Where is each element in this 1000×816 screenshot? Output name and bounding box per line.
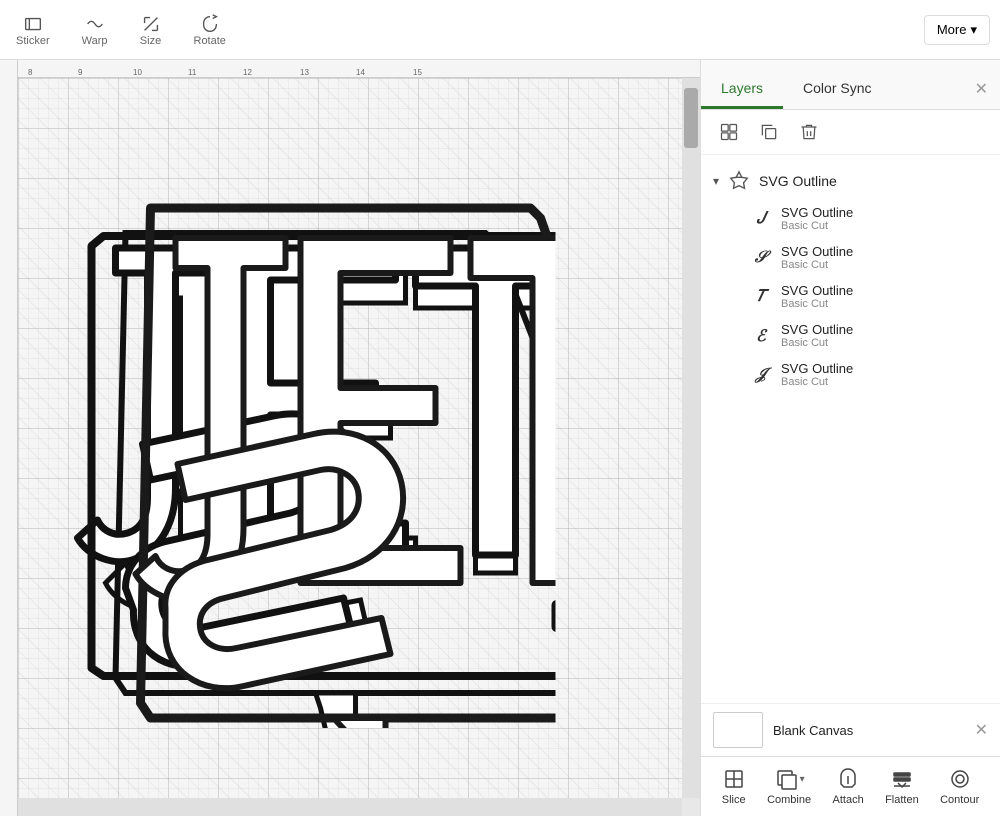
canvas-area[interactable]: 8 9 10 11 12 13 14 15	[0, 60, 700, 816]
panel-tabs: Layers Color Sync ✕	[701, 60, 1000, 110]
right-panel: Layers Color Sync ✕	[700, 60, 1000, 816]
ruler-tick: 12	[243, 68, 252, 77]
main-area: 8 9 10 11 12 13 14 15	[0, 60, 1000, 816]
jets-artwork	[25, 148, 555, 728]
slice-button[interactable]: Slice	[712, 761, 756, 812]
layer-group-svg-outline: ▾ SVG Outline 𝐽 SVG Outline Basic Cut	[701, 163, 1000, 394]
tab-layers[interactable]: Layers	[701, 70, 783, 109]
layer-item-name: SVG Outline	[781, 205, 988, 220]
combine-label: Combine	[767, 794, 811, 806]
size-button[interactable]: Size	[134, 9, 168, 51]
more-chevron-icon: ▾	[970, 22, 977, 38]
ruler-tick: 8	[28, 68, 32, 77]
layer-grid-view-button[interactable]	[713, 118, 745, 146]
layer-item-info: SVG Outline Basic Cut	[781, 205, 988, 232]
blank-canvas-thumbnail	[713, 712, 763, 748]
attach-label: Attach	[833, 794, 864, 806]
layer-item-name: SVG Outline	[781, 322, 988, 337]
sticker-label: Sticker	[16, 35, 50, 47]
layer-item-icon-j: 𝐽	[749, 207, 773, 231]
layer-item-name: SVG Outline	[781, 244, 988, 259]
layer-item-info: SVG Outline Basic Cut	[781, 361, 988, 388]
ruler-tick: 9	[78, 68, 82, 77]
layer-item-name: SVG Outline	[781, 283, 988, 298]
ruler-horizontal: 8 9 10 11 12 13 14 15	[18, 60, 700, 78]
layer-copy-button[interactable]	[753, 118, 785, 146]
layer-item[interactable]: 𝑇 SVG Outline Basic Cut	[701, 277, 1000, 316]
layer-item-icon-s: 𝒮	[749, 246, 773, 270]
layer-group-chevron-icon: ▾	[713, 174, 719, 188]
layer-item-type: Basic Cut	[781, 376, 988, 388]
layer-item[interactable]: 𝐽 SVG Outline Basic Cut	[701, 199, 1000, 238]
grid-canvas	[18, 78, 682, 798]
panel-bottom-toolbar: Slice ▾ Combine Attach	[701, 756, 1000, 816]
ruler-tick: 11	[188, 68, 196, 77]
scroll-thumb-vertical[interactable]	[684, 88, 698, 148]
sticker-button[interactable]: Sticker	[10, 9, 56, 51]
layer-item-icon-e: ℰ	[749, 324, 773, 348]
layer-item-name: SVG Outline	[781, 361, 988, 376]
panel-close-button[interactable]: ✕	[963, 69, 1000, 109]
blank-canvas-close-button[interactable]: ✕	[975, 720, 988, 740]
more-label: More	[937, 22, 967, 37]
layer-item-type: Basic Cut	[781, 259, 988, 271]
size-label: Size	[140, 35, 161, 47]
contour-label: Contour	[940, 794, 979, 806]
ruler-tick: 13	[300, 68, 309, 77]
flatten-label: Flatten	[885, 794, 919, 806]
sticker-group: Sticker	[10, 9, 56, 51]
layer-delete-button[interactable]	[793, 118, 825, 146]
top-toolbar: Sticker Warp Size Rotate More ▾	[0, 0, 1000, 60]
horizontal-scrollbar[interactable]	[18, 798, 682, 816]
layer-item[interactable]: 𝒥 SVG Outline Basic Cut	[701, 355, 1000, 394]
tab-color-sync[interactable]: Color Sync	[783, 70, 891, 109]
layer-group-header[interactable]: ▾ SVG Outline	[701, 163, 1000, 199]
layer-item-info: SVG Outline Basic Cut	[781, 322, 988, 349]
size-group: Size	[134, 9, 168, 51]
layer-group-icon	[727, 169, 751, 193]
flatten-button[interactable]: Flatten	[875, 761, 929, 812]
combine-button[interactable]: ▾ Combine	[757, 761, 821, 812]
layer-toolbar	[701, 110, 1000, 155]
blank-canvas-row[interactable]: Blank Canvas ✕	[701, 703, 1000, 756]
warp-button[interactable]: Warp	[76, 9, 114, 51]
warp-label: Warp	[82, 35, 108, 47]
more-button[interactable]: More ▾	[924, 15, 990, 45]
layer-item[interactable]: 𝒮 SVG Outline Basic Cut	[701, 238, 1000, 277]
ruler-vertical	[0, 60, 18, 816]
vertical-scrollbar[interactable]	[682, 78, 700, 798]
layer-item-type: Basic Cut	[781, 298, 988, 310]
rotate-label: Rotate	[194, 35, 226, 47]
warp-group: Warp	[76, 9, 114, 51]
rotate-group: Rotate	[188, 9, 232, 51]
ruler-tick: 14	[356, 68, 365, 77]
blank-canvas-label: Blank Canvas	[773, 723, 853, 738]
rotate-button[interactable]: Rotate	[188, 9, 232, 51]
attach-button[interactable]: Attach	[823, 761, 874, 812]
layer-item-type: Basic Cut	[781, 337, 988, 349]
ruler-tick: 10	[133, 68, 142, 77]
layer-item-icon-j2: 𝒥	[749, 363, 773, 387]
layer-item-icon-t: 𝑇	[749, 285, 773, 309]
layer-list: ▾ SVG Outline 𝐽 SVG Outline Basic Cut	[701, 155, 1000, 703]
contour-button[interactable]: Contour	[930, 761, 989, 812]
ruler-tick: 15	[413, 68, 422, 77]
slice-label: Slice	[722, 794, 746, 806]
layer-item-type: Basic Cut	[781, 220, 988, 232]
layer-item[interactable]: ℰ SVG Outline Basic Cut	[701, 316, 1000, 355]
layer-item-info: SVG Outline Basic Cut	[781, 244, 988, 271]
layer-group-name: SVG Outline	[759, 173, 837, 189]
combine-chevron-icon: ▾	[800, 774, 805, 785]
layer-item-info: SVG Outline Basic Cut	[781, 283, 988, 310]
